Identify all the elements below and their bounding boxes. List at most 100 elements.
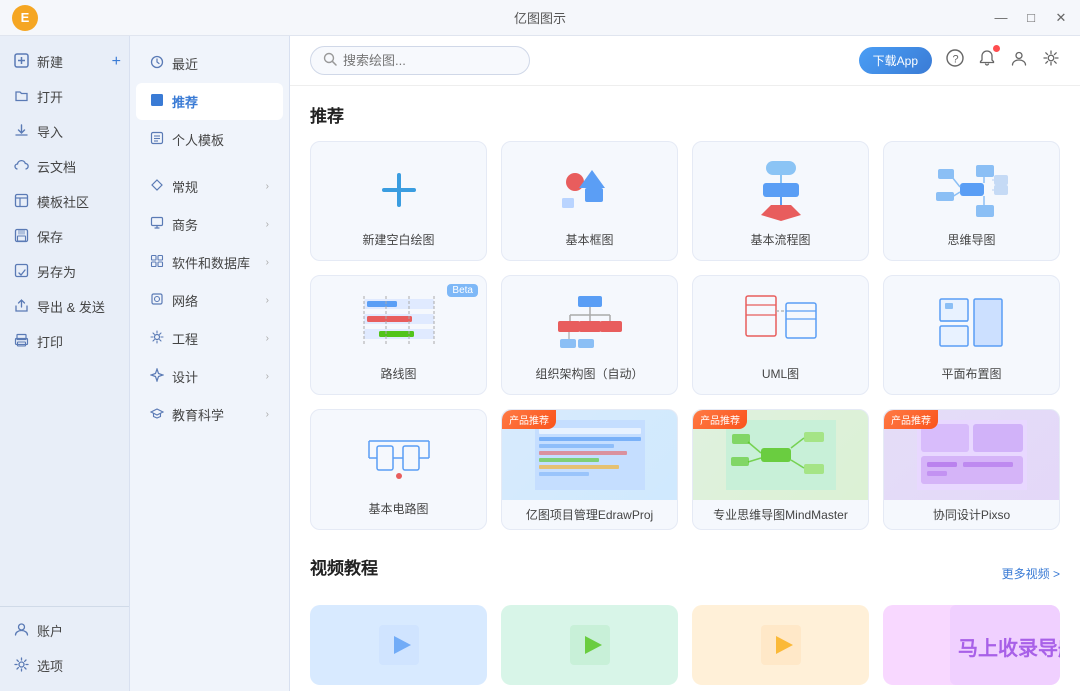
mid-nav-network[interactable]: 网络 › (136, 282, 283, 319)
arrow-icon3: › (266, 257, 269, 268)
sidebar-item-export[interactable]: 导出 & 发送 (0, 289, 129, 324)
template-floorplan[interactable]: 平面布置图 (883, 275, 1060, 395)
product-tag-mindmaster: 产品推荐 (693, 410, 747, 429)
mid-nav-recommend[interactable]: 推荐 (136, 83, 283, 120)
search-box[interactable] (310, 46, 530, 75)
user-icon[interactable] (1010, 49, 1028, 72)
download-app-button[interactable]: 下载App (859, 47, 932, 74)
sidebar-item-open[interactable]: 打开 (0, 79, 129, 114)
arrow-icon7: › (266, 409, 269, 420)
add-plus-icon[interactable]: + (112, 53, 121, 71)
maximize-button[interactable]: □ (1024, 11, 1038, 25)
save-icon (14, 228, 29, 246)
video-header: 视频教程 更多视频 > (310, 554, 1060, 593)
mid-nav-business[interactable]: 商务 › (136, 206, 283, 243)
user-avatar[interactable]: E (12, 5, 38, 31)
bell-icon[interactable] (978, 49, 996, 72)
sidebar-bottom: 账户 选项 (0, 606, 129, 683)
template-roadmap[interactable]: Beta (310, 275, 487, 395)
account-label: 账户 (37, 621, 63, 640)
open-icon (14, 88, 29, 106)
content-topbar: 下载App ? (290, 36, 1080, 86)
video-card-2[interactable] (501, 605, 678, 685)
search-icon (323, 52, 337, 69)
video-card-3[interactable] (692, 605, 869, 685)
template-uml[interactable]: UML图 (692, 275, 869, 395)
star-icon (150, 93, 164, 110)
mid-nav-business-label: 商务 (172, 215, 198, 234)
sidebar-item-new[interactable]: 新建 + (0, 44, 129, 79)
template-basic-frame[interactable]: 基本框图 (501, 141, 678, 261)
mid-nav-recent[interactable]: 最近 (136, 45, 283, 82)
network-icon (150, 292, 164, 309)
app-title: 亿图图示 (514, 8, 566, 27)
sidebar-item-save[interactable]: 保存 (0, 219, 129, 254)
new-label: 新建 (37, 52, 63, 71)
more-videos-link[interactable]: 更多视频 > (1002, 565, 1060, 582)
video-card-4[interactable]: 马上收录导航 (883, 605, 1060, 685)
circuit-visual (321, 424, 476, 492)
sidebar-item-saveas[interactable]: 另存为 (0, 254, 129, 289)
sidebar-item-print[interactable]: 打印 (0, 324, 129, 359)
template-basic-flow[interactable]: 基本流程图 (692, 141, 869, 261)
video-title: 视频教程 (310, 554, 378, 579)
close-button[interactable]: ✕ (1054, 11, 1068, 25)
template-pixso[interactable]: 产品推荐 协同设计Pixso (883, 409, 1060, 530)
roadmap-visual (321, 290, 476, 357)
template-label: 模板社区 (37, 192, 89, 211)
mid-nav-education[interactable]: 教育科学 › (136, 396, 283, 433)
mid-nav-recent-label: 最近 (172, 54, 198, 73)
personal-icon (150, 131, 164, 148)
arrow-icon5: › (266, 333, 269, 344)
circuit-label: 基本电路图 (368, 500, 428, 517)
new-blank-label: 新建空白绘图 (362, 231, 434, 248)
mindmap-visual (894, 156, 1049, 223)
beta-tag: Beta (447, 284, 478, 297)
arrow-icon2: › (266, 219, 269, 230)
video-section: 视频教程 更多视频 > 马上 (310, 554, 1060, 685)
video-grid: 马上收录导航 (310, 605, 1060, 685)
settings-label: 选项 (37, 656, 63, 675)
template-circuit[interactable]: 基本电路图 (310, 409, 487, 530)
mid-nav: 最近 推荐 个人模板 常规 › 商务 › (130, 36, 290, 691)
mid-nav-network-label: 网络 (172, 291, 198, 310)
sidebar-item-account[interactable]: 账户 (0, 613, 129, 648)
sidebar-item-template[interactable]: 模板社区 (0, 184, 129, 219)
saveas-icon (14, 263, 29, 281)
mid-nav-software[interactable]: 软件和数据库 › (136, 244, 283, 281)
template-edrawproj[interactable]: 产品推荐 亿图项目管理EdrawProj (501, 409, 678, 530)
sidebar-item-cloud[interactable]: 云文档 (0, 149, 129, 184)
save-label: 保存 (37, 227, 63, 246)
cloud-label: 云文档 (37, 157, 76, 176)
template-mindmaster[interactable]: 产品推荐 (692, 409, 869, 530)
help-icon[interactable]: ? (946, 49, 964, 72)
mid-nav-personal[interactable]: 个人模板 (136, 121, 283, 158)
pixso-label: 协同设计Pixso (933, 500, 1010, 529)
search-input[interactable] (343, 53, 503, 68)
video-card-1[interactable] (310, 605, 487, 685)
minimize-button[interactable]: — (994, 11, 1008, 25)
sparkle-icon (150, 368, 164, 385)
gear-icon[interactable] (1042, 49, 1060, 72)
template-mindmap[interactable]: 思维导图 (883, 141, 1060, 261)
template-grid: 新建空白绘图 基本框图 (310, 141, 1060, 530)
mid-nav-general[interactable]: 常规 › (136, 168, 283, 205)
mid-nav-engineering[interactable]: 工程 › (136, 320, 283, 357)
sidebar-item-import[interactable]: 导入 (0, 114, 129, 149)
product-tag-edrawproj: 产品推荐 (502, 410, 556, 429)
new-icon (14, 53, 29, 71)
mid-nav-software-label: 软件和数据库 (172, 253, 250, 272)
floorplan-visual (894, 290, 1049, 357)
arrow-icon6: › (266, 371, 269, 382)
settings-icon (14, 657, 29, 675)
template-org-auto[interactable]: 组织架构图（自动） (501, 275, 678, 395)
monitor-icon (150, 216, 164, 233)
clock-icon (150, 55, 164, 72)
topbar-actions: 下载App ? (859, 47, 1060, 74)
sidebar-item-settings[interactable]: 选项 (0, 648, 129, 683)
template-new-blank[interactable]: 新建空白绘图 (310, 141, 487, 261)
product-tag-pixso: 产品推荐 (884, 410, 938, 429)
mid-nav-design[interactable]: 设计 › (136, 358, 283, 395)
edrawproj-label: 亿图项目管理EdrawProj (526, 500, 653, 529)
open-label: 打开 (37, 87, 63, 106)
